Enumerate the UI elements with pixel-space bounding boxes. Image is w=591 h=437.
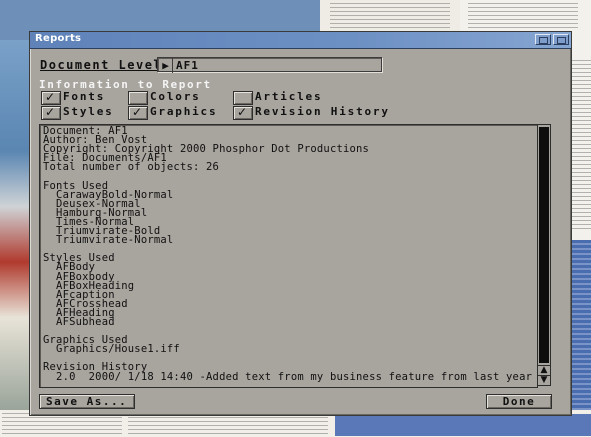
depth-gadget-icon[interactable] [553,34,569,45]
window-title: Reports [35,33,82,44]
scroll-knob[interactable] [539,127,549,363]
checkbox-articles-label: Articles [255,90,323,103]
vertical-scrollbar[interactable]: ▲ ▼ [537,124,551,386]
report-text: Document: AF1 Author: Ben Vost Copyright… [43,125,533,383]
save-as-button[interactable]: Save As... [39,394,135,409]
checkbox-box[interactable]: ✓ [41,90,61,105]
document-level-value: AF1 [176,59,199,72]
background-text-lines [572,60,591,230]
document-level-label: Document Level [40,58,162,72]
background-text-lines [468,3,578,31]
checkbox-styles-label: Styles [63,105,114,118]
checkbox-revision-history-label: Revision History [255,105,390,118]
checkbox-fonts-label: Fonts [63,90,106,103]
checkmark-icon: ✓ [132,105,143,119]
checkbox-graphics-label: Graphics [150,105,218,118]
scroll-down-arrow-icon[interactable]: ▼ [538,375,550,385]
report-text-area[interactable]: Document: AF1 Author: Ben Vost Copyright… [39,124,538,388]
zoom-gadget-icon[interactable] [535,34,551,45]
background-text-lines [330,3,450,31]
document-level-label-text: Document Level [40,58,163,72]
document-level-field[interactable]: ▶ AF1 [157,57,382,73]
scroll-up-arrow-icon[interactable]: ▲ [538,365,550,375]
checkmark-icon: ✓ [45,105,56,119]
title-bar[interactable]: Reports [30,32,571,49]
checkbox-box[interactable] [233,91,253,105]
checkbox-box[interactable] [128,91,148,105]
checkbox-box[interactable]: ✓ [233,105,253,120]
checkbox-box[interactable]: ✓ [128,105,148,120]
checkmark-icon: ✓ [45,90,56,104]
checkmark-icon: ✓ [237,105,248,119]
checkbox-box[interactable]: ✓ [41,105,61,120]
background-photo-strip [0,40,30,410]
reports-window: Reports Document Level ▶ AF1 Information … [29,31,572,416]
popup-arrow-icon[interactable]: ▶ [160,58,173,73]
checkbox-colors-label: Colors [150,90,201,103]
done-button[interactable]: Done [486,394,552,409]
